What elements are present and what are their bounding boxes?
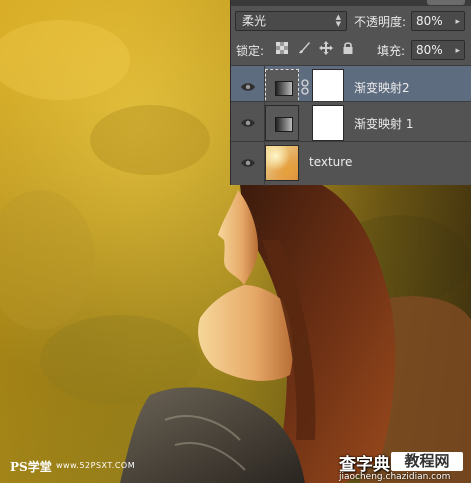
layer-mask-thumbnail[interactable]	[312, 105, 344, 141]
visibility-eye-icon[interactable]	[241, 118, 255, 128]
visibility-eye-icon[interactable]	[241, 82, 255, 92]
visibility-eye-icon[interactable]	[241, 158, 255, 168]
ps-school-watermark: PS学堂 www.52PSXT.COM	[0, 455, 150, 479]
move-icon[interactable]	[319, 41, 333, 55]
blend-mode-value: 柔光	[242, 14, 267, 28]
fill-input[interactable]: 80% ▸	[411, 40, 465, 60]
fill-label: 填充:	[377, 44, 406, 58]
gradient-swatch-icon	[275, 81, 293, 96]
fill-dropdown-icon[interactable]: ▸	[455, 42, 460, 60]
layer-name[interactable]: texture	[309, 155, 352, 169]
opacity-dropdown-icon[interactable]: ▸	[455, 13, 460, 31]
layer-name[interactable]: 渐变映射2	[354, 79, 410, 96]
panel-top-strip	[231, 0, 471, 6]
opacity-label: 不透明度:	[354, 15, 407, 29]
gradient-swatch-icon	[275, 117, 293, 132]
brush-icon[interactable]	[297, 41, 311, 55]
select-arrows-icon: ▲ ▼	[335, 13, 341, 28]
gradient-map-thumbnail[interactable]	[265, 69, 299, 105]
watermark-logo: PS学堂	[10, 460, 52, 474]
texture-thumbnail[interactable]	[265, 145, 299, 181]
layer-mask-thumbnail[interactable]	[312, 69, 344, 105]
blend-mode-select[interactable]: 柔光 ▲ ▼	[235, 11, 347, 31]
panel-scroll-nub[interactable]	[427, 0, 465, 5]
lock-transparent-icon[interactable]	[275, 41, 289, 55]
fill-value: 80%	[416, 43, 443, 57]
watermark-url: www.52PSXT.COM	[56, 461, 136, 470]
link-chain-icon[interactable]	[301, 79, 309, 95]
gradient-map-thumbnail[interactable]	[265, 105, 299, 141]
layer-row-gradient-map-1[interactable]: 渐变映射 1	[231, 101, 471, 146]
chazidian-watermark: 查字典 教程网 jiaocheng.chazidian.com	[333, 450, 471, 483]
layers-panel: 柔光 ▲ ▼ 不透明度: 80% ▸ 锁定: 填充: 80% ▸ 渐变映射2 渐…	[230, 0, 471, 186]
layer-name[interactable]: 渐变映射 1	[354, 115, 413, 132]
watermark-domain: jiaocheng.chazidian.com	[339, 472, 451, 482]
layer-row-texture[interactable]: texture	[231, 141, 471, 186]
opacity-value: 80%	[416, 14, 443, 28]
opacity-input[interactable]: 80% ▸	[411, 11, 465, 31]
watermark-badge: 教程网	[391, 452, 463, 471]
lock-all-icon[interactable]	[341, 41, 355, 55]
lock-label: 锁定:	[236, 44, 265, 58]
